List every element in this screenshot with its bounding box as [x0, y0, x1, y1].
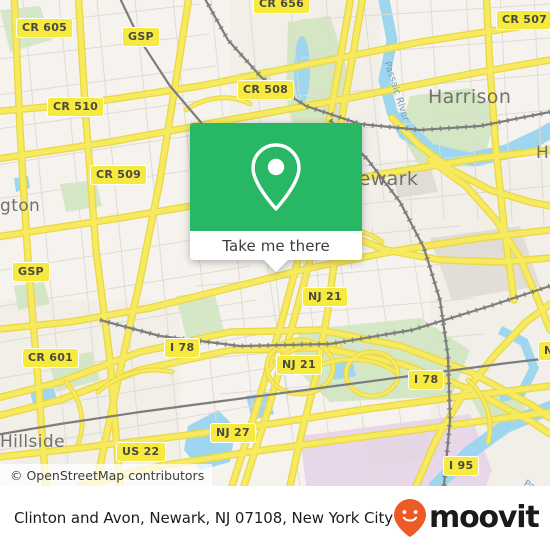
footer-bar: Clinton and Avon, Newark, NJ 07108, New …: [0, 486, 550, 550]
shield-cr-656[interactable]: CR 656: [253, 0, 311, 14]
shield-i-78-east[interactable]: I 78: [408, 370, 445, 390]
shield-nj-21-north[interactable]: NJ 21: [302, 287, 348, 307]
shield-cr-509[interactable]: CR 509: [90, 165, 148, 185]
shield-i-95[interactable]: I 95: [443, 456, 480, 476]
shield-nj-27[interactable]: NJ 27: [210, 423, 256, 443]
shield-gsp-north[interactable]: GSP: [122, 27, 160, 47]
moovit-smile-pin-icon: [394, 499, 427, 537]
moovit-logo[interactable]: moovit: [393, 498, 540, 538]
shield-cr-507[interactable]: CR 507: [496, 10, 550, 30]
callout-image-panel: [190, 123, 362, 231]
map-screenshot: Harrison Newark gton Hillside Ha Passaic…: [0, 0, 550, 550]
shield-cr-508[interactable]: CR 508: [237, 80, 295, 100]
take-me-there-label: Take me there: [222, 236, 330, 255]
moovit-wordmark: moovit: [429, 500, 540, 535]
address-label: Clinton and Avon, Newark, NJ 07108, New …: [14, 509, 394, 527]
callout-action-bar[interactable]: Take me there: [190, 231, 362, 260]
shield-cr-601[interactable]: CR 601: [22, 348, 80, 368]
shield-cr-510[interactable]: CR 510: [47, 97, 105, 117]
shield-nj-edge[interactable]: NJ: [538, 341, 550, 361]
map-canvas[interactable]: Harrison Newark gton Hillside Ha Passaic…: [0, 0, 550, 486]
shield-nj-21-south[interactable]: NJ 21: [276, 355, 322, 375]
shield-gsp-south[interactable]: GSP: [12, 262, 50, 282]
callout-tail-triangle: [264, 260, 288, 272]
shield-cr-605[interactable]: CR 605: [16, 18, 74, 38]
osm-attribution-text: © OpenStreetMap contributors: [10, 467, 205, 483]
shield-i-78-west[interactable]: I 78: [164, 338, 201, 358]
location-callout-card[interactable]: Take me there: [190, 123, 362, 272]
osm-attribution[interactable]: © OpenStreetMap contributors: [0, 464, 213, 486]
shield-us-22[interactable]: US 22: [116, 442, 166, 462]
map-pin-icon: [251, 143, 301, 211]
